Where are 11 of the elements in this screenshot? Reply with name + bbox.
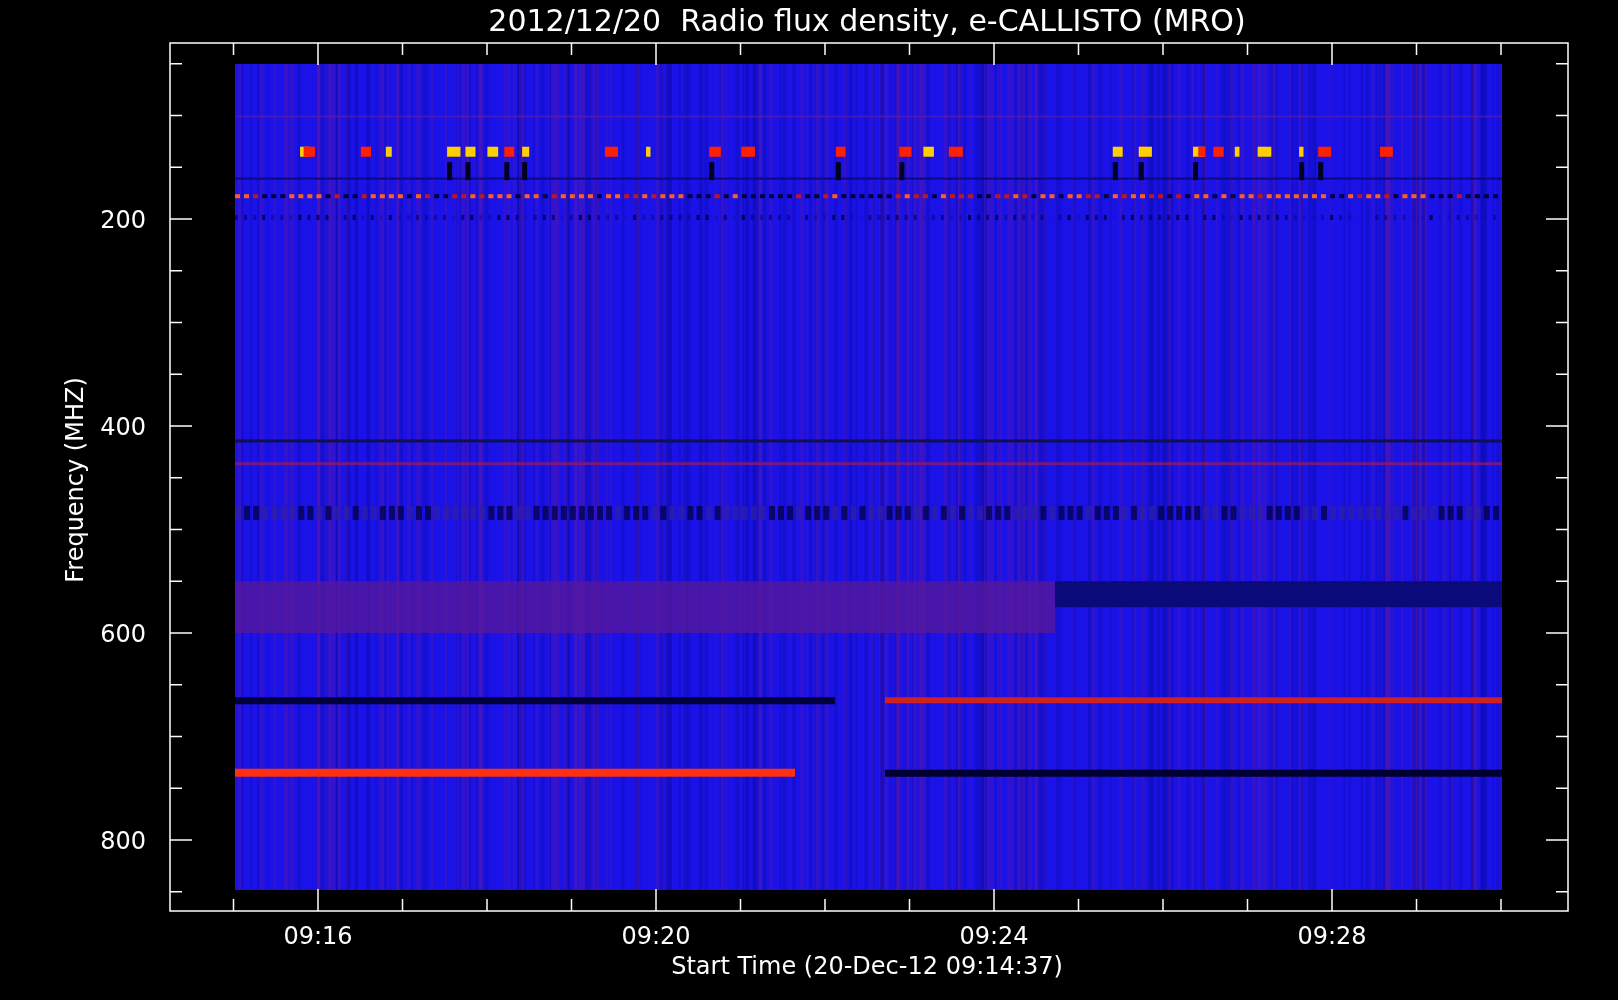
y-tick-label: 200 — [100, 206, 146, 234]
y-tick-label: 600 — [100, 620, 146, 648]
x-tick-label: 09:24 — [959, 922, 1029, 950]
y-tick-label: 400 — [100, 413, 146, 441]
x-axis-label: Start Time (20-Dec-12 09:14:37) — [671, 952, 1063, 980]
chart-title: 2012/12/20 Radio flux density, e-CALLISTO (MRO) — [488, 3, 1246, 38]
y-axis-label: Frequency (MHZ) — [61, 377, 89, 583]
x-tick-label: 09:16 — [283, 922, 353, 950]
y-tick-label: 800 — [100, 827, 146, 855]
x-tick-label: 09:20 — [621, 922, 691, 950]
x-tick-label: 09:28 — [1297, 922, 1367, 950]
